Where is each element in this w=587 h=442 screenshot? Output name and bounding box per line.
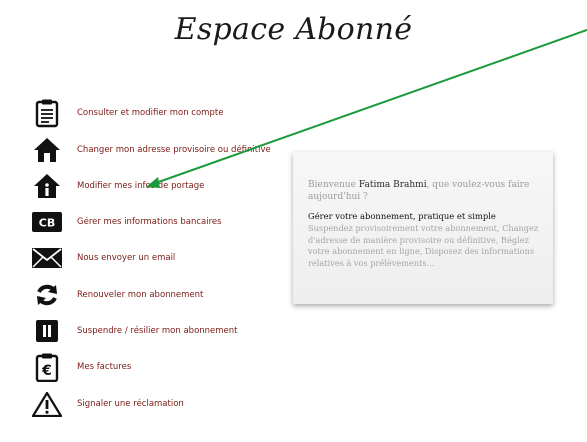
house-info-icon [30, 170, 64, 202]
page-title: Espace Abonné [174, 12, 413, 47]
menu-item-label[interactable]: Signaler une réclamation [77, 399, 184, 409]
menu-item-label[interactable]: Consulter et modifier mon compte [77, 108, 223, 118]
menu-item-complaint[interactable]: Signaler une réclamation [30, 388, 300, 420]
menu-item-delivery-info[interactable]: Modifier mes infos de portage [30, 170, 300, 202]
menu-item-invoices[interactable]: € Mes factures [30, 351, 300, 383]
menu-item-account[interactable]: Consulter et modifier mon compte [30, 97, 300, 129]
menu-item-change-address[interactable]: Changer mon adresse provisoire ou défini… [30, 134, 300, 166]
bank-card-icon: CB [30, 206, 64, 238]
clipboard-account-icon [30, 97, 64, 129]
menu-item-label[interactable]: Suspendre / résilier mon abonnement [77, 326, 238, 336]
welcome-subtitle: Gérer votre abonnement, pratique et simp… [308, 211, 496, 221]
house-icon [30, 134, 64, 166]
menu-item-email[interactable]: Nous envoyer un email [30, 242, 300, 274]
welcome-panel: Bienvenue Fatima Brahmi, que voulez-vous… [293, 152, 553, 304]
euro-invoice-icon: € [30, 351, 64, 383]
menu-item-bank-info[interactable]: CB Gérer mes informations bancaires [30, 206, 300, 238]
menu-item-label[interactable]: Gérer mes informations bancaires [77, 217, 222, 227]
pause-icon [30, 315, 64, 347]
welcome-greeting: Bienvenue Fatima Brahmi, que voulez-vous… [308, 179, 538, 203]
menu-item-label[interactable]: Mes factures [77, 362, 131, 372]
svg-text:CB: CB [39, 217, 55, 230]
menu-item-label[interactable]: Changer mon adresse provisoire ou défini… [77, 145, 271, 155]
menu-item-label[interactable]: Modifier mes infos de portage [77, 181, 204, 191]
menu-item-label[interactable]: Nous envoyer un email [77, 253, 175, 263]
warning-icon [30, 388, 64, 420]
greeting-prefix: Bienvenue [308, 180, 356, 190]
welcome-description: Suspendez provisoirement votre abonnemen… [308, 223, 539, 268]
envelope-icon [30, 242, 64, 274]
menu-item-label[interactable]: Renouveler mon abonnement [77, 290, 203, 300]
menu-item-renew[interactable]: Renouveler mon abonnement [30, 279, 300, 311]
user-name: Fatima Brahmi [358, 180, 427, 190]
svg-text:€: € [41, 363, 52, 379]
refresh-icon [30, 279, 64, 311]
menu-item-suspend[interactable]: Suspendre / résilier mon abonnement [30, 315, 300, 347]
